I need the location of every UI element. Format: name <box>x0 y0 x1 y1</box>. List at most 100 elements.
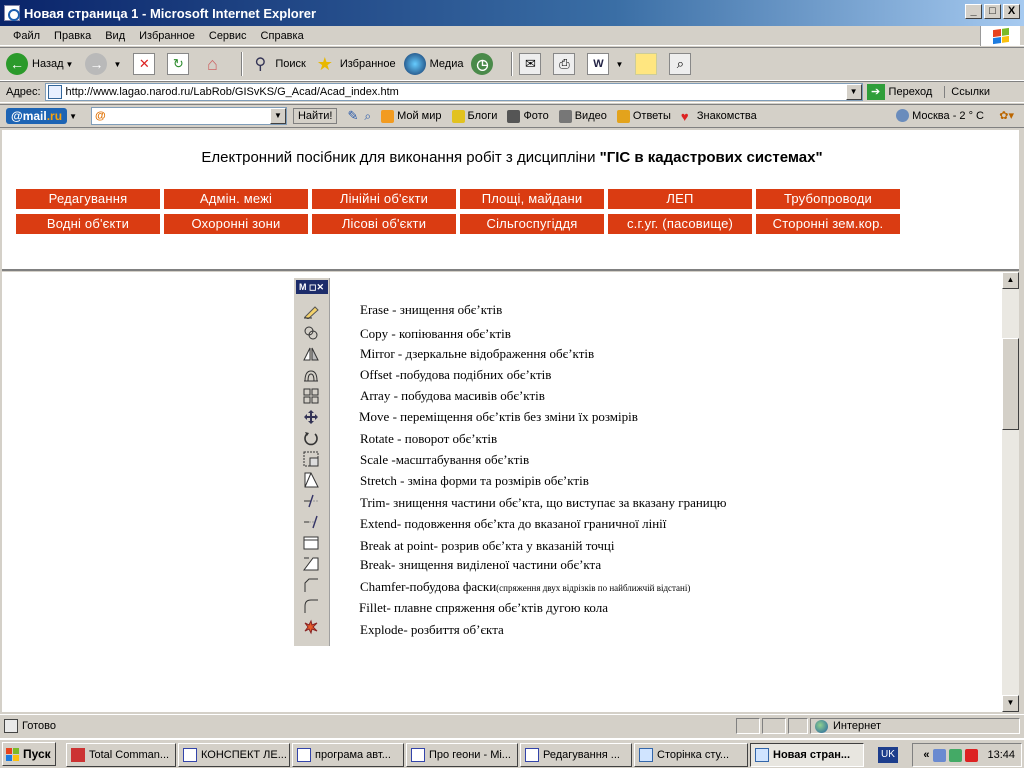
scrollbar-thumb[interactable] <box>1002 338 1019 430</box>
task-total-commander[interactable]: Total Comman... <box>66 743 176 767</box>
scroll-down-icon[interactable]: ▼ <box>1002 695 1019 712</box>
maximize-button[interactable]: □ <box>984 4 1001 19</box>
nav-button-protection-zones[interactable]: Охоронні зони <box>164 214 308 234</box>
nav-button-power-lines[interactable]: ЛЕП <box>608 189 752 209</box>
antivirus-icon[interactable] <box>965 748 979 762</box>
copy-icon[interactable] <box>302 325 320 341</box>
menu-tools[interactable]: Сервис <box>202 30 254 42</box>
forward-dropdown-icon[interactable]: ▼ <box>113 60 121 69</box>
minimize-button[interactable]: _ <box>965 4 982 19</box>
command-move: Move - переміщення обєʼктів без зміни їх… <box>359 409 638 424</box>
nav-button-water-objects[interactable]: Водні об'єкти <box>16 214 160 234</box>
task-programa[interactable]: програма авт... <box>292 743 404 767</box>
clock[interactable]: 13:44 <box>987 749 1015 761</box>
start-button[interactable]: Пуск <box>2 742 56 766</box>
home-button[interactable]: ⌂ <box>201 53 227 75</box>
mailru-search-input[interactable]: @ ▼ <box>90 107 287 125</box>
go-button[interactable]: ➔ Переход <box>866 84 932 100</box>
address-dropdown-icon[interactable]: ▼ <box>845 84 862 100</box>
forward-button[interactable]: → ▼ <box>85 53 125 75</box>
menu-favorites[interactable]: Избранное <box>132 30 202 42</box>
search-button[interactable]: ⚲ Поиск <box>249 53 306 75</box>
menu-help[interactable]: Справка <box>254 30 311 42</box>
address-input[interactable]: http://www.lagao.narod.ru/LabRob/GISvKS/… <box>44 83 863 101</box>
favorites-button[interactable]: ★ Избранное <box>314 53 396 75</box>
language-indicator[interactable]: UK <box>878 747 898 763</box>
nav-button-admin-boundaries[interactable]: Адмін. межі <box>164 189 308 209</box>
discuss-button[interactable] <box>635 53 661 75</box>
scroll-up-icon[interactable]: ▲ <box>1002 272 1019 289</box>
task-new-page[interactable]: Новая стран... <box>750 743 864 767</box>
stop-button[interactable]: ✕ <box>133 53 159 75</box>
history-button[interactable]: ◷ <box>471 53 497 75</box>
tray-app-icon[interactable] <box>949 748 963 762</box>
menu-file[interactable]: Файл <box>6 30 47 42</box>
links-button[interactable]: Ссылки <box>944 86 990 98</box>
mailru-item-video[interactable]: Видео <box>558 109 607 123</box>
move-icon[interactable] <box>302 409 320 425</box>
mailru-search-dropdown-icon[interactable]: ▼ <box>269 108 286 124</box>
print-button[interactable]: ⎙ <box>553 53 579 75</box>
menu-view[interactable]: Вид <box>98 30 132 42</box>
mailru-item-blogs[interactable]: Блоги <box>451 109 497 123</box>
mirror-icon[interactable] <box>302 346 320 362</box>
task-konspekt[interactable]: КОНСПЕКТ ЛЕ... <box>178 743 290 767</box>
content-scrollbar[interactable]: ▲ ▼ <box>1002 272 1019 712</box>
command-chamfer: Chamfer-побудова фаски(спряження двух ві… <box>360 579 690 595</box>
tray-expand-button[interactable]: « <box>923 749 929 761</box>
nav-button-pasture[interactable]: с.г.уг. (пасовище) <box>608 214 752 234</box>
nav-button-farmland[interactable]: Сільгоспугіддя <box>460 214 604 234</box>
heading-text: Електронний посібник для виконання робіт… <box>201 149 600 166</box>
media-button[interactable]: Медиа <box>403 53 463 75</box>
mailru-logo[interactable]: @mail .ru <box>6 108 68 124</box>
edit-dropdown-icon[interactable]: ▼ <box>615 60 623 69</box>
refresh-button[interactable]: ↻ <box>167 53 193 75</box>
mailru-item-dating[interactable]: ♥ Знакомства <box>681 110 757 123</box>
mailru-item-moy-mir[interactable]: Мой мир <box>381 109 442 123</box>
weather-widget[interactable]: Москва - 2 ° C <box>896 109 984 122</box>
break-at-point-icon[interactable] <box>302 535 320 551</box>
back-dropdown-icon[interactable]: ▼ <box>66 60 74 69</box>
eraser-icon[interactable] <box>302 304 320 320</box>
network-icon[interactable] <box>933 748 947 762</box>
mailru-find-button[interactable]: Найти! <box>292 108 338 124</box>
weather-label: Москва - 2 ° C <box>912 109 984 122</box>
close-button[interactable]: X <box>1003 4 1020 19</box>
nav-button-editing[interactable]: Редагування <box>16 189 160 209</box>
edit-word-button[interactable]: W ▼ <box>587 53 627 75</box>
nav-button-third-party-land[interactable]: Сторонні зем.кор. <box>756 214 900 234</box>
zoom-icon[interactable]: ⌕ <box>364 109 371 124</box>
mailru-item-photo[interactable]: Фото <box>507 109 549 123</box>
rotate-icon[interactable] <box>302 430 320 446</box>
explode-icon[interactable] <box>302 619 320 635</box>
nav-button-forest-objects[interactable]: Лісові об'єкти <box>312 214 456 234</box>
nav-button-squares[interactable]: Площі, майдани <box>460 189 604 209</box>
back-button[interactable]: ← Назад ▼ <box>6 53 77 75</box>
stretch-icon[interactable] <box>302 472 320 488</box>
menu-edit[interactable]: Правка <box>47 30 98 42</box>
chamfer-icon[interactable] <box>302 577 320 593</box>
mailru-dropdown-icon[interactable]: ▼ <box>69 112 77 121</box>
search-label: Поиск <box>275 58 306 70</box>
mailru-item-answers[interactable]: Ответы <box>616 109 671 123</box>
extend-icon[interactable] <box>302 514 320 530</box>
standard-toolbar: ← Назад ▼ → ▼ ✕ ↻ ⌂ ⚲ Поиск ★ Избранное … <box>0 47 1024 81</box>
pencil-icon[interactable]: ✎ <box>347 108 358 124</box>
mailru-search-value: @ <box>94 110 106 122</box>
research-button[interactable]: ⌕ <box>669 53 695 75</box>
nav-button-linear-objects[interactable]: Лінійні об'єкти <box>312 189 456 209</box>
toolbar-options-icon[interactable]: ✿▾ <box>999 109 1014 122</box>
offset-icon[interactable] <box>302 367 320 383</box>
task-storinka[interactable]: Сторінка сту... <box>634 743 748 767</box>
array-icon[interactable] <box>302 388 320 404</box>
trim-icon[interactable] <box>302 493 320 509</box>
nav-button-pipelines[interactable]: Трубопроводи <box>756 189 900 209</box>
scale-icon[interactable] <box>302 451 320 467</box>
task-redaguvannya[interactable]: Редагування ... <box>520 743 632 767</box>
mail-button[interactable]: ✉ <box>519 53 545 75</box>
break-icon[interactable] <box>302 556 320 572</box>
address-url[interactable]: http://www.lagao.narod.ru/LabRob/GISvKS/… <box>66 86 399 98</box>
palette-title-bar: M ◻✕ <box>296 280 328 294</box>
fillet-icon[interactable] <box>302 598 320 614</box>
task-pro-geoni[interactable]: Про геони - Mi... <box>406 743 518 767</box>
